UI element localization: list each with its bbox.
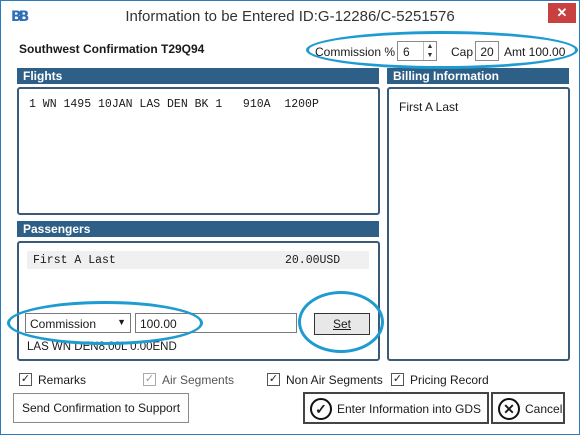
cap-input[interactable]: 20 <box>475 41 499 61</box>
commission-percent-value: 6 <box>403 45 410 59</box>
commission-amount-input[interactable]: 100.00 <box>135 313 297 333</box>
stepper-arrows-icon[interactable]: ▲ ▼ <box>423 42 436 60</box>
remarks-label: Remarks <box>38 373 87 387</box>
commission-type-select[interactable]: Commission ▼ <box>25 313 131 333</box>
flight-segment-line: 1 WN 1495 10JAN LAS DEN BK 1 910A 1200P <box>29 98 319 111</box>
air-segments-label: Air Segments <box>162 373 235 387</box>
passenger-name: First A Last <box>33 254 116 267</box>
passenger-row[interactable]: First A Last 20.00USD <box>27 251 369 269</box>
enter-into-gds-button[interactable]: ✓ Enter Information into GDS <box>303 392 489 424</box>
send-confirmation-button[interactable]: Send Confirmation to Support <box>13 393 189 423</box>
check-circle-icon: ✓ <box>310 398 332 420</box>
fare-calc-text: LAS WN DEN8.00L 0.00END <box>27 341 177 353</box>
billing-panel <box>387 87 570 361</box>
chevron-down-icon: ▼ <box>117 317 126 327</box>
commission-percent-stepper[interactable]: 6 ▲ ▼ <box>397 41 437 61</box>
amount-label: Amt 100.00 <box>504 45 566 59</box>
pricing-record-label: Pricing Record <box>410 373 489 387</box>
close-circle-icon: ✕ <box>498 398 520 420</box>
cap-label: Cap <box>451 45 474 59</box>
window-title: Information to be Entered ID:G-12286/C-5… <box>125 8 455 25</box>
checkmark-icon[interactable]: ✓ <box>391 373 404 386</box>
enter-into-gds-label: Enter Information into GDS <box>337 402 482 416</box>
flights-heading: Flights <box>17 68 379 84</box>
commission-percent-label: Commission % <box>315 45 396 59</box>
billing-heading: Billing Information <box>387 68 569 84</box>
dialog-window: BB Information to be Entered ID:G-12286/… <box>0 0 580 435</box>
confirmation-label: Southwest Confirmation T29Q94 <box>19 42 205 56</box>
close-button[interactable]: ✕ <box>548 3 576 23</box>
passengers-heading: Passengers <box>17 221 379 237</box>
non-air-segments-label: Non Air Segments <box>286 373 383 387</box>
set-button[interactable]: Set <box>314 313 370 335</box>
title-bar: BB Information to be Entered ID:G-12286/… <box>1 1 579 33</box>
billing-name: First A Last <box>399 100 459 114</box>
passenger-amount: 20.00USD <box>285 254 341 267</box>
checkmark-icon[interactable]: ✓ <box>143 373 156 386</box>
cancel-button[interactable]: ✕ Cancel <box>491 392 565 424</box>
checkmark-icon[interactable]: ✓ <box>19 373 32 386</box>
commission-type-value: Commission <box>30 317 97 331</box>
checkmark-icon[interactable]: ✓ <box>267 373 280 386</box>
cancel-label: Cancel <box>525 402 563 416</box>
